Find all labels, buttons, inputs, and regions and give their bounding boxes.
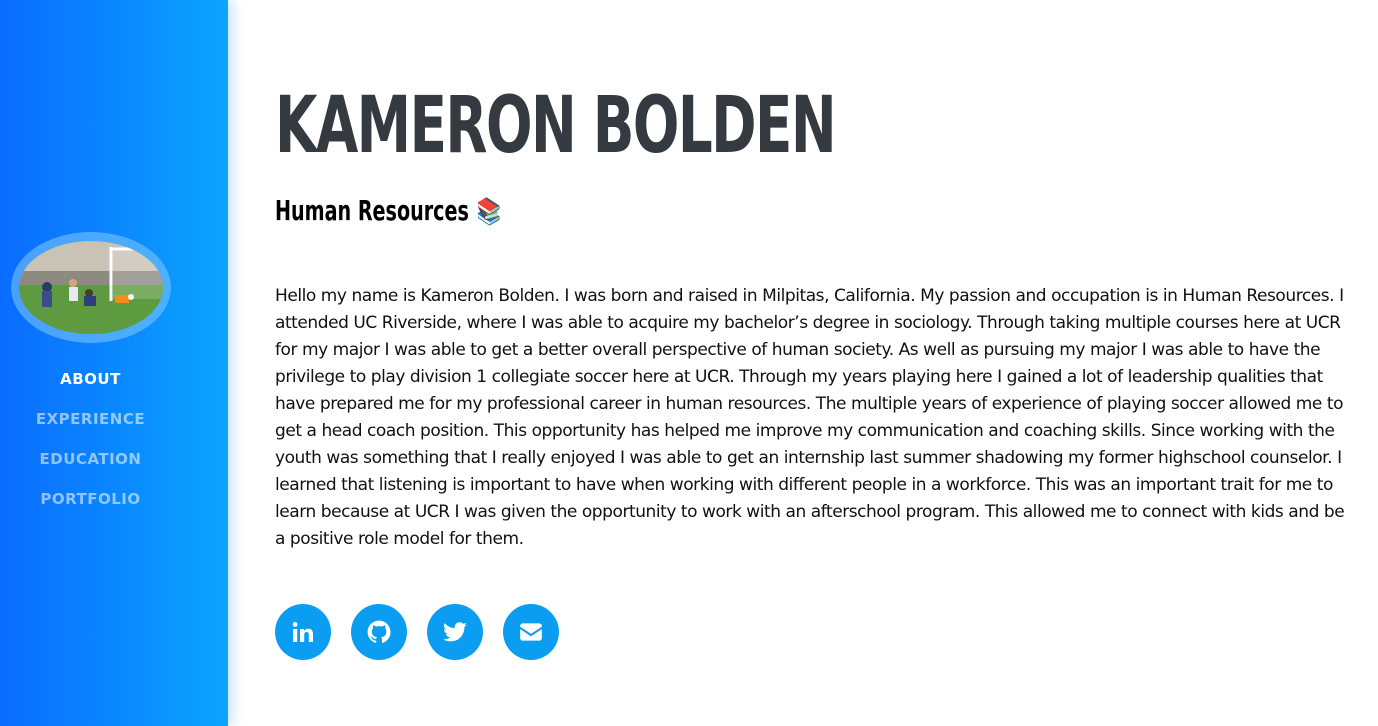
page-title: KAMERON BOLDEN <box>275 81 837 171</box>
avatar-frame <box>11 232 171 343</box>
sidebar-nav: ABOUT EXPERIENCE EDUCATION PORTFOLIO <box>0 366 181 526</box>
linkedin-icon <box>292 622 313 642</box>
nav-item-education[interactable]: EDUCATION <box>0 446 181 486</box>
nav-item-portfolio[interactable]: PORTFOLIO <box>0 486 181 526</box>
avatar[interactable] <box>19 241 163 334</box>
email-button[interactable] <box>503 604 559 660</box>
twitter-button[interactable] <box>427 604 483 660</box>
bio-paragraph: Hello my name is Kameron Bolden. I was b… <box>275 286 1345 549</box>
twitter-icon <box>443 622 467 642</box>
sidebar: ABOUT EXPERIENCE EDUCATION PORTFOLIO <box>0 0 228 726</box>
social-links <box>275 604 559 660</box>
subtitle: Human Resources 📚 <box>275 192 501 231</box>
github-icon <box>367 620 391 643</box>
envelope-icon <box>520 623 542 641</box>
github-button[interactable] <box>351 604 407 660</box>
linkedin-button[interactable] <box>275 604 331 660</box>
subtitle-text: Human Resources <box>275 194 469 227</box>
nav-item-about[interactable]: ABOUT <box>0 366 181 406</box>
nav-item-experience[interactable]: EXPERIENCE <box>0 406 181 446</box>
books-icon: 📚 <box>476 197 502 227</box>
